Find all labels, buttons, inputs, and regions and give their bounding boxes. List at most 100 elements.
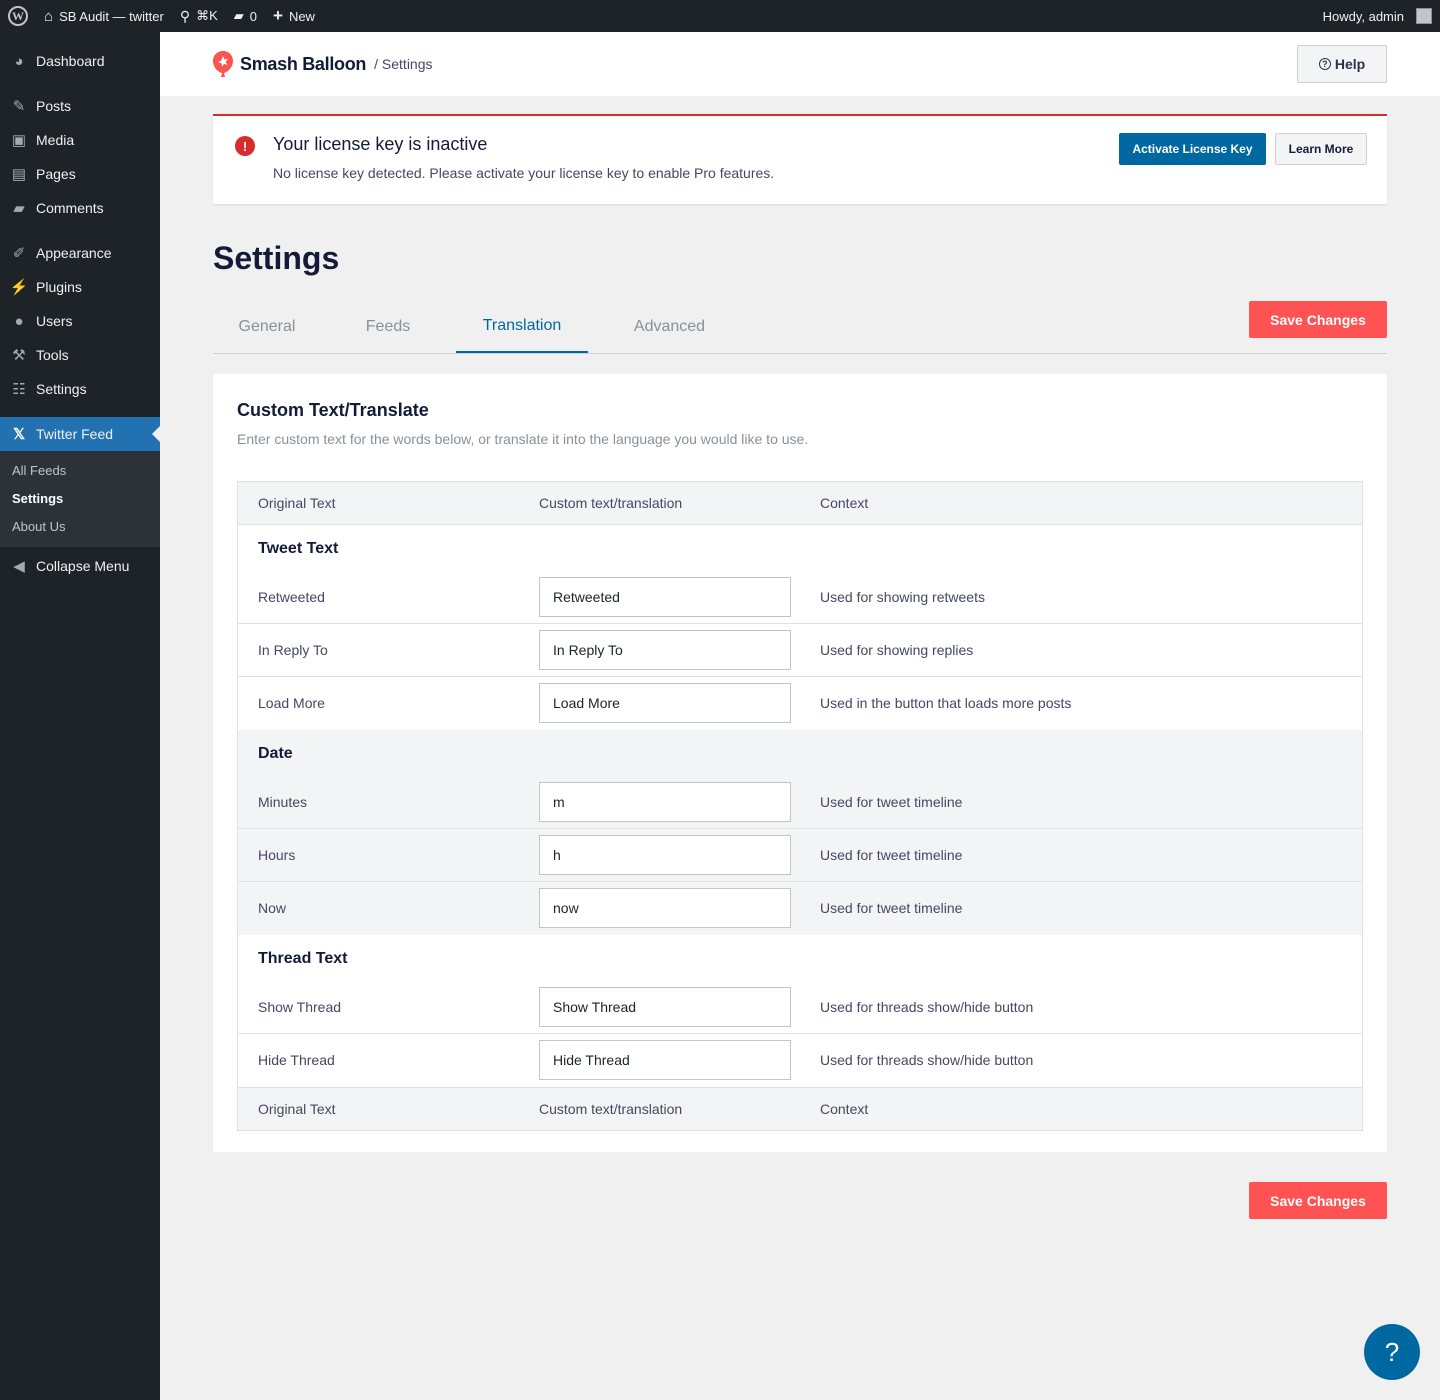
pages-icon: ▤ <box>11 166 27 183</box>
comments-link[interactable]: ▰ 0 <box>226 0 265 32</box>
tab-translation[interactable]: Translation <box>456 300 588 353</box>
table-row: Show Thread Show Thread Used for threads… <box>238 981 1362 1034</box>
settings-tabs: General Feeds Translation Advanced <box>213 300 1387 354</box>
tab-advanced[interactable]: Advanced <box>613 300 726 353</box>
translation-input[interactable]: Load More <box>539 683 791 723</box>
wrench-icon: ⚒ <box>12 347 26 364</box>
column-header: Custom text/translation <box>539 1101 683 1117</box>
original-text: Show Thread <box>258 999 342 1015</box>
context-text: Used for tweet timeline <box>820 900 963 916</box>
table-header: Original Text Custom text/translation Co… <box>238 482 1362 525</box>
table-footer: Original Text Custom text/translation Co… <box>238 1087 1362 1130</box>
submenu-settings[interactable]: Settings <box>0 485 160 513</box>
x-icon: 𝕏 <box>12 426 26 443</box>
original-text: Minutes <box>258 794 308 810</box>
context-text: Used for showing replies <box>820 642 974 658</box>
menu-appearance[interactable]: ✐ Appearance <box>0 236 160 270</box>
menu-users[interactable]: ● Users <box>0 304 160 338</box>
column-header: Original Text <box>258 495 336 511</box>
menu-settings[interactable]: ☷ Settings <box>0 372 160 406</box>
plug-icon: ⚡ <box>9 279 29 296</box>
admin-bar: W ⌂ SB Audit — twitter ⚲ ⌘K ▰ 0 + New Ho… <box>0 0 1440 32</box>
table-row: Hours h Used for tweet timeline <box>238 829 1362 882</box>
menu-tools[interactable]: ⚒ Tools <box>0 338 160 372</box>
comment-bubble-icon: ▰ <box>233 8 244 23</box>
menu-dashboard[interactable]: ◕ Dashboard <box>0 44 160 78</box>
smash-balloon-logo[interactable]: Smash Balloon <box>212 50 366 78</box>
tab-general[interactable]: General <box>213 300 321 353</box>
translation-input[interactable]: m <box>539 782 791 822</box>
menu-comments[interactable]: ▰ Comments <box>0 191 160 225</box>
error-icon: ! <box>235 136 255 156</box>
media-icon: ▣ <box>11 132 27 149</box>
help-label: Help <box>1334 56 1366 72</box>
table-row: Minutes m Used for tweet timeline <box>238 776 1362 829</box>
save-changes-button-bottom[interactable]: Save Changes <box>1249 1182 1387 1219</box>
wp-logo-menu[interactable]: W <box>0 0 36 32</box>
help-chat-button[interactable]: ? <box>1364 1324 1420 1380</box>
context-text: Used for threads show/hide button <box>820 999 1034 1015</box>
menu-label: Dashboard <box>36 53 105 69</box>
table-row: Load More Load More Used in the button t… <box>238 677 1362 730</box>
submenu-all-feeds[interactable]: All Feeds <box>0 457 160 485</box>
new-content-link[interactable]: + New <box>265 0 323 32</box>
shortcut-label: ⌘K <box>196 8 218 23</box>
original-text: Hours <box>258 847 296 863</box>
original-text: Retweeted <box>258 589 325 605</box>
menu-label: Plugins <box>36 279 82 295</box>
menu-label: Twitter Feed <box>36 426 114 442</box>
menu-label: Settings <box>36 381 87 397</box>
help-button[interactable]: ? Help <box>1297 45 1387 83</box>
menu-label: Posts <box>36 98 72 114</box>
table-row: Now now Used for tweet timeline <box>238 882 1362 935</box>
menu-pages[interactable]: ▤ Pages <box>0 157 160 191</box>
comment-icon: ▰ <box>13 200 25 217</box>
site-name: SB Audit — twitter <box>59 8 164 24</box>
column-header: Original Text <box>258 1101 336 1117</box>
new-label: New <box>288 8 315 24</box>
save-changes-button-top[interactable]: Save Changes <box>1249 301 1387 338</box>
original-text: Now <box>258 900 287 916</box>
notice-text: No license key detected. Please activate… <box>273 165 775 181</box>
translation-input[interactable]: Hide Thread <box>539 1040 791 1080</box>
group-title: Date <box>258 745 293 762</box>
brush-icon: ✐ <box>12 245 26 262</box>
dashboard-icon: ◕ <box>14 52 24 70</box>
account-menu[interactable]: Howdy, admin <box>1315 0 1440 32</box>
menu-posts[interactable]: ✎ Posts <box>0 89 160 123</box>
search-icon: ⚲ <box>179 7 191 24</box>
context-text: Used for showing retweets <box>820 589 985 605</box>
menu-label: Appearance <box>36 245 112 261</box>
tab-feeds[interactable]: Feeds <box>341 300 435 353</box>
comments-count: 0 <box>249 8 257 24</box>
menu-media[interactable]: ▣ Media <box>0 123 160 157</box>
balloon-logo-icon <box>213 51 233 77</box>
translation-input[interactable]: Retweeted <box>539 577 791 617</box>
translation-input[interactable]: In Reply To <box>539 630 791 670</box>
user-icon: ● <box>14 312 24 330</box>
learn-more-button[interactable]: Learn More <box>1275 133 1367 165</box>
translation-card: Custom Text/Translate Enter custom text … <box>213 374 1387 1152</box>
original-text: Load More <box>258 695 325 711</box>
plus-icon: + <box>273 6 283 25</box>
translation-input[interactable]: h <box>539 835 791 875</box>
license-notice: ! Your license key is inactive No licens… <box>213 114 1387 204</box>
wordpress-icon: W <box>8 6 28 26</box>
menu-label: Pages <box>36 166 76 182</box>
translation-input[interactable]: Show Thread <box>539 987 791 1027</box>
menu-twitter-feed[interactable]: 𝕏 Twitter Feed <box>0 417 160 451</box>
command-search[interactable]: ⚲ ⌘K <box>172 0 226 32</box>
menu-label: Users <box>36 313 73 329</box>
breadcrumb: / Settings <box>374 56 433 72</box>
submenu-about-us[interactable]: About Us <box>0 513 160 541</box>
collapse-menu-button[interactable]: ◀ Collapse Menu <box>0 549 160 583</box>
translation-input[interactable]: now <box>539 888 791 928</box>
activate-license-button[interactable]: Activate License Key <box>1119 133 1266 165</box>
translation-table: Original Text Custom text/translation Co… <box>237 481 1363 1131</box>
menu-plugins[interactable]: ⚡ Plugins <box>0 270 160 304</box>
column-header: Custom text/translation <box>539 495 683 511</box>
column-header: Context <box>820 1101 869 1117</box>
menu-label: Tools <box>36 347 69 363</box>
site-name-link[interactable]: ⌂ SB Audit — twitter <box>36 0 172 32</box>
original-text: Hide Thread <box>258 1052 335 1068</box>
